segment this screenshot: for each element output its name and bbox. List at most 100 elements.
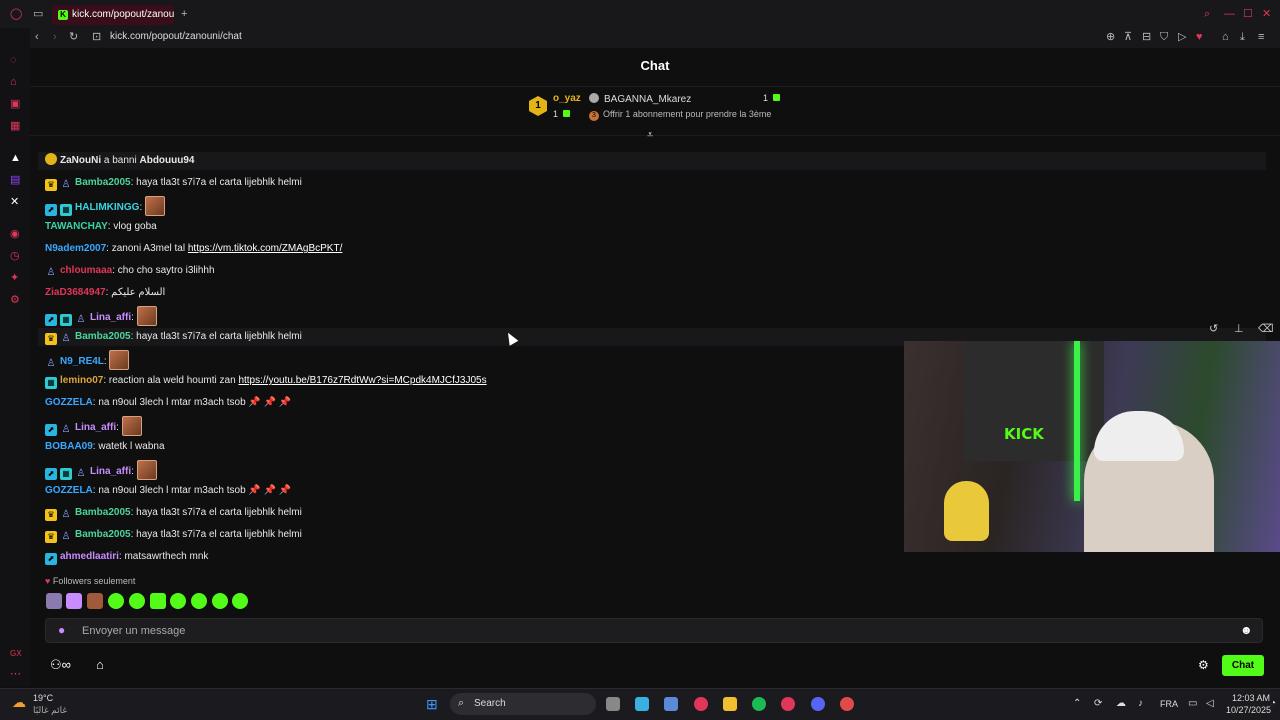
twitch-icon[interactable]: ▤ (10, 174, 20, 186)
more-icon[interactable]: ⋯ (10, 668, 21, 680)
message-user[interactable]: ZiaD3684947 (45, 287, 106, 298)
opera-logo-icon[interactable]: ◯ (10, 8, 22, 20)
quick-emote-10[interactable] (232, 593, 248, 609)
message-user[interactable]: Lina_affi (90, 312, 131, 323)
tray-sync-icon[interactable]: ⟳ (1094, 698, 1102, 709)
message-user[interactable]: N9adem2007 (45, 243, 106, 254)
search-tabs-icon[interactable]: ⌕ (1204, 8, 1210, 20)
quick-emote-2[interactable] (66, 593, 82, 609)
taskbar-search[interactable]: ⌕ Search (450, 693, 596, 715)
popout-video-player[interactable]: KICK (904, 341, 1280, 552)
message-link[interactable]: https://youtu.be/B176z7RdtWw?si=MCpdk4MJ… (238, 375, 486, 386)
copilot-icon[interactable] (635, 697, 649, 711)
history-icon[interactable]: ◷ (10, 250, 20, 262)
kicks-icon[interactable]: ⚇∞ (50, 657, 71, 673)
player-icon[interactable]: ◉ (10, 228, 20, 240)
snapshot-icon[interactable]: ⊟ (1142, 31, 1151, 43)
message-user[interactable]: Lina_affi (90, 466, 131, 477)
quick-emote-1[interactable] (46, 593, 62, 609)
file-explorer-icon[interactable] (723, 697, 737, 711)
store-app-icon[interactable] (664, 697, 678, 711)
easy-setup-icon[interactable]: ≡ (1258, 31, 1264, 43)
opera-gx-taskbar-icon[interactable] (694, 697, 708, 711)
weather-icon[interactable]: ☁ (12, 694, 26, 711)
aria-icon[interactable]: ◌ (10, 54, 17, 66)
url-field[interactable]: kick.com/popout/zanouni/chat (110, 31, 242, 42)
message-target-user[interactable]: Abdouuu94 (139, 155, 194, 166)
maximize-icon[interactable]: ☐ (1243, 8, 1253, 20)
messenger-icon[interactable]: ▣ (10, 98, 20, 110)
notifications-icon[interactable]: ◔ (1270, 698, 1276, 709)
shield-icon[interactable]: ⛉ (1160, 31, 1168, 43)
spotify-icon[interactable] (752, 697, 766, 711)
clock-date[interactable]: 10/27/2025 (1226, 705, 1271, 715)
quick-emote-3[interactable] (87, 593, 103, 609)
tab-menu-icon[interactable]: ▭ (33, 8, 43, 20)
windows-start-icon[interactable]: ⊞ (426, 696, 438, 713)
new-tab-icon[interactable]: + (181, 8, 187, 20)
account-icon[interactable]: ⌂ (1222, 31, 1229, 43)
back-icon[interactable]: ‹ (35, 31, 39, 43)
message-user[interactable]: N9_RE4L (60, 356, 104, 367)
settings-gear-icon[interactable]: ⚙ (10, 294, 20, 306)
message-user[interactable]: ahmedlaatiri (60, 551, 119, 562)
volume-icon[interactable]: ◁ (1206, 698, 1214, 709)
quick-emote-7[interactable] (170, 593, 186, 609)
leader-rank3-offer[interactable]: 3 Offrir 1 abonnement pour prendre la 3èm… (589, 109, 771, 121)
bookmark-heart-icon[interactable]: ♥ (1196, 31, 1203, 43)
message-user[interactable]: GOZZELA (45, 397, 93, 408)
emoji-picker-icon[interactable]: ☻ (1240, 623, 1253, 637)
quick-emote-6[interactable] (150, 593, 166, 609)
chat-settings-gear-icon[interactable]: ⚙ (1198, 658, 1209, 672)
task-view-icon[interactable] (606, 697, 620, 711)
download-icon[interactable]: ⤓ (1240, 31, 1245, 43)
play-icon[interactable]: ▷ (1178, 31, 1186, 43)
message-user[interactable]: Bamba2005 (75, 507, 131, 518)
message-user[interactable]: ZaNouNi (60, 155, 101, 166)
quick-emote-9[interactable] (212, 593, 228, 609)
quick-emote-8[interactable] (191, 593, 207, 609)
message-user[interactable]: Bamba2005 (75, 331, 131, 342)
message-user[interactable]: BOBAA09 (45, 441, 93, 452)
store-icon[interactable]: ⌂ (96, 657, 104, 672)
browser-tab[interactable]: K kick.com/popout/zanouni (52, 5, 174, 25)
language-indicator[interactable]: FRA (1160, 699, 1178, 709)
instagram-icon[interactable]: ▦ (10, 120, 20, 132)
close-icon[interactable]: ✕ (1262, 8, 1271, 20)
monitor-icon[interactable]: ▭ (1188, 698, 1197, 709)
quick-emote-5[interactable] (129, 593, 145, 609)
reload-icon[interactable]: ↻ (69, 31, 78, 43)
app-icon[interactable] (840, 697, 854, 711)
tray-chevron-icon[interactable]: ⌃ (1073, 698, 1081, 709)
extensions-icon[interactable]: ✦ (10, 272, 19, 284)
message-user[interactable]: Bamba2005 (75, 529, 131, 540)
clock-time[interactable]: 12:03 AM (1232, 693, 1270, 703)
zoom-icon[interactable]: ⊕ (1106, 31, 1115, 43)
video-close-icon[interactable]: ⌫ (1258, 322, 1274, 335)
mic-icon[interactable]: ● (58, 623, 65, 637)
message-user[interactable]: lemino07 (60, 375, 103, 386)
send-chat-button[interactable]: Chat (1222, 655, 1264, 676)
crypto-wallet-icon[interactable]: ⌂ (10, 76, 17, 88)
forward-icon[interactable]: › (53, 31, 57, 43)
gx-icon[interactable]: GX (10, 648, 22, 660)
message-link[interactable]: https://vm.tiktok.com/ZMAgBcPKT/ (188, 243, 342, 254)
tray-mic-icon[interactable]: ♪ (1138, 698, 1143, 709)
discord-icon[interactable] (811, 697, 825, 711)
leader-second-user-row[interactable]: BAGANNA_Mkarez (589, 93, 691, 105)
pin-icon[interactable]: ⊼ (1124, 31, 1132, 43)
message-user[interactable]: Lina_affi (75, 422, 116, 433)
message-user[interactable]: chloumaaa (60, 265, 112, 276)
message-user[interactable]: HALIMKINGG (75, 202, 139, 213)
leader-first-user[interactable]: o_yaz (553, 93, 581, 104)
message-user[interactable]: GOZZELA (45, 485, 93, 496)
message-user[interactable]: Bamba2005 (75, 177, 131, 188)
x-twitter-icon[interactable]: ✕ (10, 196, 19, 208)
kick-sidebar-icon[interactable]: ▲ (10, 152, 21, 164)
video-back-icon[interactable]: ↺ (1209, 322, 1218, 335)
opera-icon[interactable] (781, 697, 795, 711)
collapse-leaderboard-icon[interactable]: ⩡ (647, 129, 653, 142)
tray-cloud-icon[interactable]: ☁ (1116, 698, 1126, 709)
minimize-icon[interactable]: — (1224, 8, 1235, 20)
quick-emote-4[interactable] (108, 593, 124, 609)
